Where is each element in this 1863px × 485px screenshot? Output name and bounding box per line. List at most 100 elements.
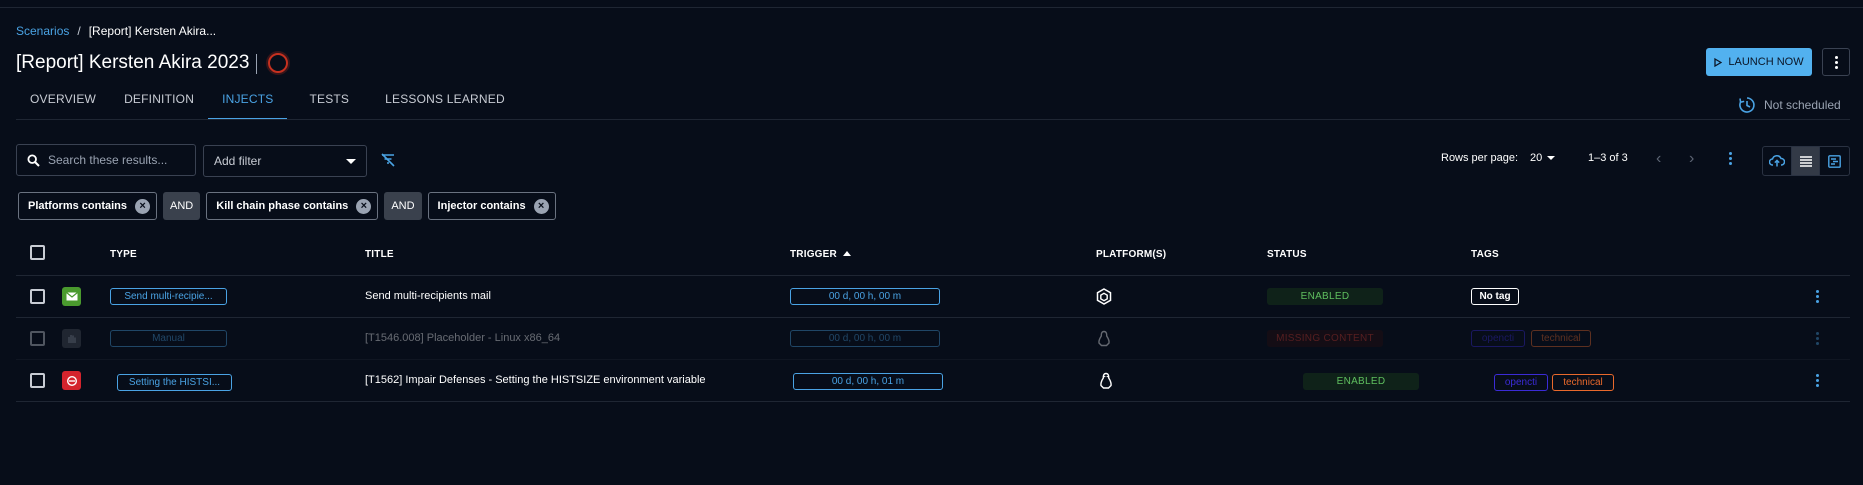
- chevron-down-icon: [346, 158, 356, 164]
- table-row[interactable]: Manual [T1546.008] Placeholder - Linux x…: [16, 318, 1850, 360]
- launch-now-label: LAUNCH NOW: [1728, 56, 1804, 68]
- column-header-type[interactable]: TYPE: [110, 249, 137, 260]
- manual-icon: [62, 329, 81, 348]
- rows-per-page: Rows per page: 20: [1441, 152, 1556, 164]
- caldera-icon: [62, 371, 81, 390]
- more-vertical-icon: [1816, 290, 1819, 303]
- status-badge: ENABLED: [1267, 288, 1383, 305]
- table-header: TYPE TITLE TRIGGER PLATFORM(S) STATUS TA…: [16, 240, 1850, 276]
- column-header-tags[interactable]: TAGS: [1471, 249, 1499, 260]
- more-vertical-icon: [1834, 55, 1838, 69]
- rows-per-page-value: 20: [1530, 152, 1543, 164]
- page-title: [Report] Kersten Akira 2023: [16, 52, 250, 73]
- timeline-view-icon: [1828, 154, 1842, 168]
- mail-icon: [62, 287, 81, 306]
- rows-per-page-select[interactable]: 20: [1530, 152, 1556, 164]
- add-filter-select[interactable]: Add filter: [203, 145, 367, 177]
- filter-chip-label: Injector contains: [437, 200, 526, 212]
- linux-penguin-icon: [1096, 330, 1112, 350]
- next-page-icon[interactable]: ›: [1689, 150, 1694, 168]
- status-badge: ENABLED: [1303, 373, 1419, 390]
- select-all-checkbox[interactable]: [30, 245, 45, 260]
- tab-bar: OVERVIEW DEFINITION INJECTS TESTS LESSON…: [16, 84, 519, 120]
- tag-chip: opencti: [1494, 374, 1548, 391]
- search-icon: [27, 153, 40, 167]
- top-divider: [0, 7, 1863, 8]
- trigger-chip: 00 d, 00 h, 00 m: [790, 288, 940, 305]
- type-chip: Setting the HISTSI...: [117, 374, 232, 391]
- breadcrumb-current: [Report] Kersten Akira...: [88, 24, 217, 38]
- trigger-chip: 00 d, 00 h, 00 m: [790, 330, 940, 347]
- tab-overview[interactable]: OVERVIEW: [16, 84, 110, 120]
- more-vertical-icon: [1816, 332, 1819, 345]
- row-actions-button[interactable]: [1816, 332, 1819, 345]
- filter-operator[interactable]: AND: [384, 192, 422, 220]
- internal-platform-icon: [1096, 288, 1112, 308]
- row-checkbox[interactable]: [30, 289, 45, 304]
- search-placeholder: Search these results...: [48, 153, 168, 167]
- trigger-chip: 00 d, 00 h, 01 m: [793, 373, 943, 390]
- filter-chip-label: Kill chain phase contains: [216, 200, 349, 212]
- table-row[interactable]: Setting the HISTSI... [T1562] Impair Def…: [16, 360, 1850, 402]
- list-view-icon: [1799, 155, 1812, 167]
- tag-chip: opencti: [1471, 330, 1525, 347]
- column-header-trigger[interactable]: TRIGGER: [790, 249, 851, 260]
- breadcrumb-scenarios-link[interactable]: Scenarios: [16, 24, 69, 38]
- linux-penguin-icon: [1098, 372, 1114, 393]
- chevron-down-icon: [1547, 156, 1556, 160]
- filter-chip-platforms[interactable]: Platforms contains ×: [18, 192, 158, 220]
- tag-chip: No tag: [1471, 288, 1519, 305]
- more-actions-button[interactable]: [1822, 48, 1850, 76]
- breadcrumb: Scenarios / [Report] Kersten Akira...: [16, 24, 216, 38]
- filter-operator[interactable]: AND: [163, 192, 201, 220]
- schedule-label: Not scheduled: [1764, 98, 1841, 112]
- list-view-button[interactable]: [1791, 147, 1821, 175]
- inject-title[interactable]: [T1562] Impair Defenses - Setting the HI…: [365, 374, 706, 386]
- type-chip: Send multi-recipie...: [110, 288, 227, 305]
- schedule-status[interactable]: Not scheduled: [1738, 96, 1841, 114]
- import-button[interactable]: [1763, 147, 1792, 175]
- remove-filter-icon[interactable]: ×: [135, 198, 151, 214]
- tag-chip: technical: [1552, 374, 1614, 391]
- status-badge: MISSING CONTENT: [1267, 330, 1383, 347]
- row-checkbox[interactable]: [30, 331, 45, 346]
- view-toggle-group: [1762, 146, 1850, 176]
- tabs-divider: [16, 119, 1850, 120]
- title-divider: [256, 54, 257, 74]
- type-chip: Manual: [110, 330, 227, 347]
- filter-chip-label: Platforms contains: [28, 200, 128, 212]
- pagination-more-button[interactable]: [1729, 152, 1732, 165]
- table-row[interactable]: Send multi-recipie... Send multi-recipie…: [16, 276, 1850, 318]
- clock-schedule-icon: [1739, 97, 1755, 113]
- active-filters: Platforms contains × AND Kill chain phas…: [18, 192, 556, 220]
- tab-definition[interactable]: DEFINITION: [110, 84, 208, 120]
- inject-title[interactable]: [T1546.008] Placeholder - Linux x86_64: [365, 332, 560, 344]
- scenario-status-indicator-icon: [268, 53, 288, 73]
- search-input[interactable]: Search these results...: [16, 144, 196, 176]
- rows-per-page-label: Rows per page:: [1441, 152, 1519, 164]
- more-vertical-icon: [1729, 152, 1732, 165]
- inject-title[interactable]: Send multi-recipients mail: [365, 290, 491, 302]
- filter-chip-kill-chain[interactable]: Kill chain phase contains ×: [206, 192, 379, 220]
- clear-filters-icon[interactable]: [380, 152, 396, 171]
- column-header-status[interactable]: STATUS: [1267, 249, 1307, 260]
- tab-injects[interactable]: INJECTS: [208, 84, 288, 120]
- sort-ascending-icon: [842, 251, 851, 256]
- remove-filter-icon[interactable]: ×: [356, 198, 372, 214]
- tab-lessons-learned[interactable]: LESSONS LEARNED: [371, 84, 519, 120]
- column-header-title[interactable]: TITLE: [365, 249, 394, 260]
- filter-chip-injector[interactable]: Injector contains ×: [427, 192, 556, 220]
- column-header-trigger-label: TRIGGER: [790, 249, 837, 260]
- row-actions-button[interactable]: [1816, 290, 1819, 303]
- play-icon: [1714, 57, 1723, 67]
- previous-page-icon[interactable]: ‹: [1656, 150, 1661, 168]
- tab-tests[interactable]: TESTS: [287, 84, 371, 120]
- column-header-platforms[interactable]: PLATFORM(S): [1096, 249, 1166, 260]
- remove-filter-icon[interactable]: ×: [533, 198, 549, 214]
- row-checkbox[interactable]: [30, 373, 45, 388]
- launch-now-button[interactable]: LAUNCH NOW: [1706, 48, 1812, 76]
- add-filter-label: Add filter: [214, 154, 262, 168]
- more-vertical-icon: [1816, 374, 1819, 387]
- timeline-view-button[interactable]: [1820, 147, 1849, 175]
- row-actions-button[interactable]: [1816, 374, 1819, 387]
